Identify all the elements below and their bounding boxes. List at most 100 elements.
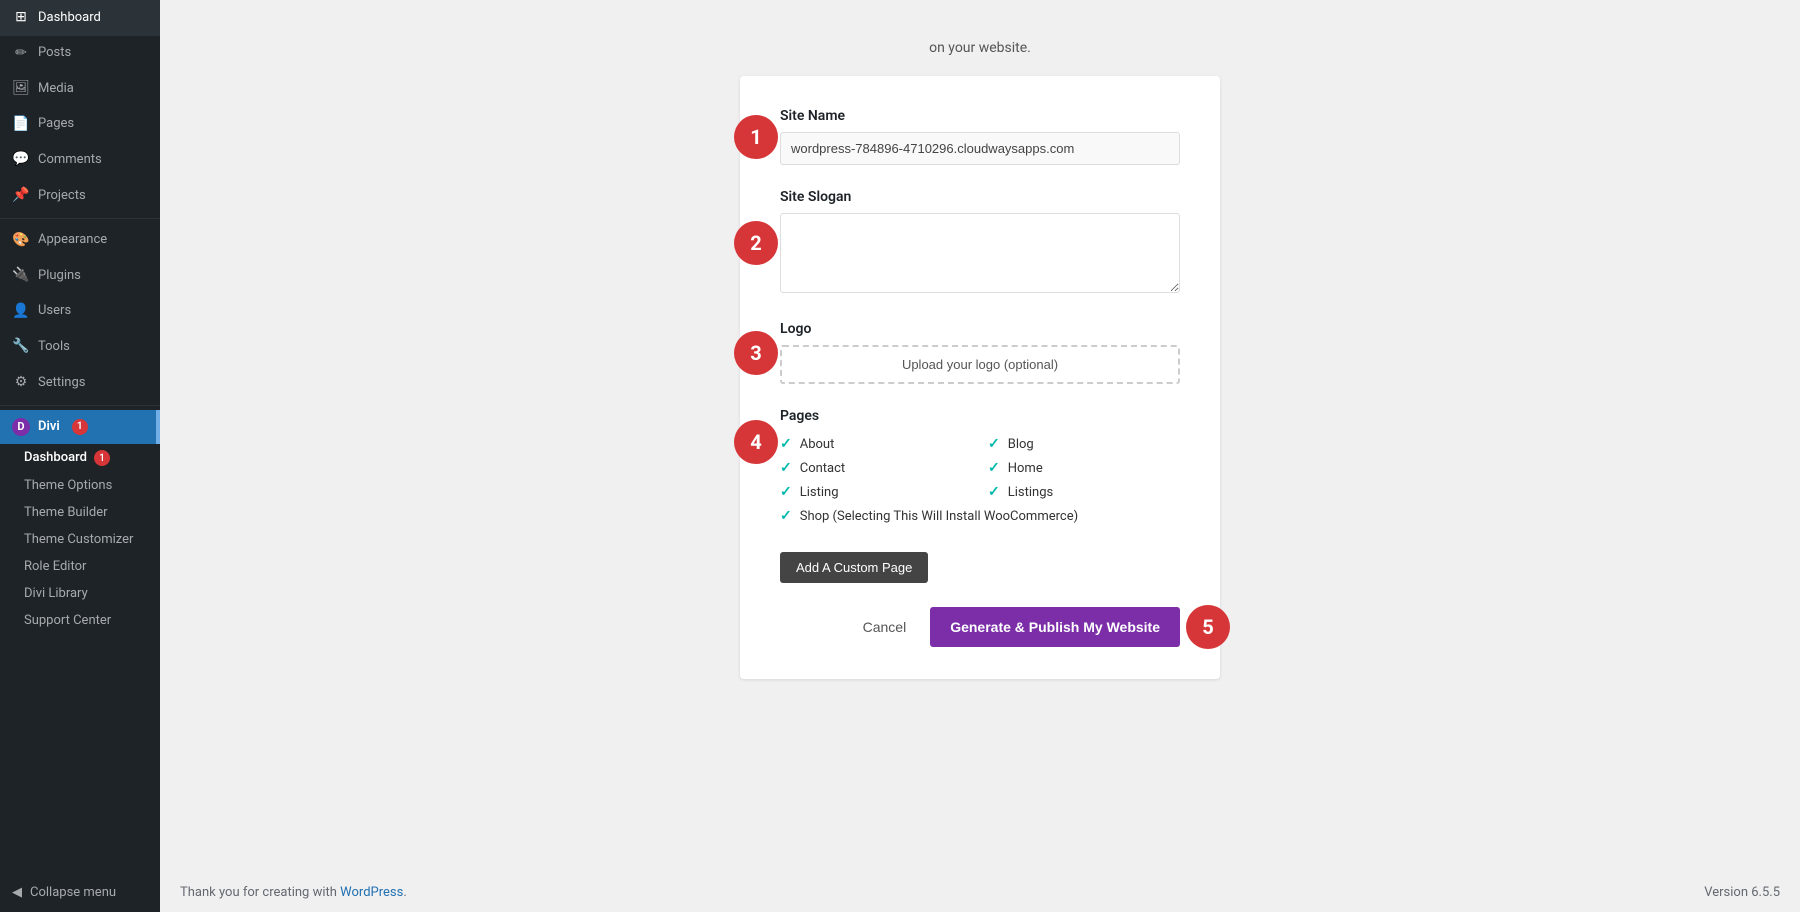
sidebar: ⊞ Dashboard ✏ Posts 🖼 Media 📄 Pages 💬 Co… [0, 0, 160, 912]
sidebar-item-media[interactable]: 🖼 Media [0, 71, 160, 107]
projects-icon: 📌 [12, 186, 30, 206]
page-label-blog: Blog [1008, 437, 1034, 452]
divi-menu-header[interactable]: D Divi 1 [0, 410, 160, 444]
pages-grid: ✓ About ✓ Blog ✓ Contact [780, 436, 1180, 524]
sidebar-divider-2 [0, 405, 160, 406]
theme-options-label: Theme Options [24, 478, 112, 493]
sidebar-divider-1 [0, 218, 160, 219]
sidebar-item-label: Posts [38, 44, 71, 62]
sidebar-item-users[interactable]: 👤 Users [0, 294, 160, 330]
step-2-badge: 2 [734, 221, 778, 265]
support-center-label: Support Center [24, 613, 111, 628]
sidebar-item-label: Media [38, 80, 74, 98]
sidebar-item-label: Projects [38, 187, 86, 205]
page-label-contact: Contact [800, 461, 845, 476]
page-item-about: ✓ About [780, 436, 972, 452]
page-label-listing: Listing [800, 485, 839, 500]
page-item-listing: ✓ Listing [780, 484, 972, 500]
sidebar-item-theme-customizer[interactable]: Theme Customizer [0, 526, 160, 553]
step-4-badge: 4 [734, 420, 778, 464]
page-label-home: Home [1008, 461, 1043, 476]
sidebar-item-projects[interactable]: 📌 Projects [0, 178, 160, 214]
dashboard-badge: 1 [94, 450, 110, 466]
sidebar-item-dashboard[interactable]: ⊞ Dashboard [0, 0, 160, 36]
pages-container: Pages ✓ About ✓ Blog [780, 408, 1180, 524]
tools-icon: 🔧 [12, 337, 30, 357]
sidebar-item-divi-dashboard[interactable]: Dashboard 1 [0, 444, 160, 473]
sidebar-item-comments[interactable]: 💬 Comments [0, 142, 160, 178]
site-name-label: Site Name [780, 108, 1180, 124]
sidebar-item-label: Settings [38, 374, 85, 392]
upload-logo-button[interactable]: Upload your logo (optional) [780, 345, 1180, 384]
sidebar-item-role-editor[interactable]: Role Editor [0, 553, 160, 580]
pages-label: Pages [780, 408, 1180, 424]
check-contact: ✓ [780, 460, 792, 476]
sidebar-item-theme-options[interactable]: Theme Options [0, 472, 160, 499]
plugins-icon: 🔌 [12, 266, 30, 286]
sidebar-item-label: Dashboard [38, 9, 101, 27]
page-item-listings: ✓ Listings [988, 484, 1180, 500]
collapse-icon: ◀ [12, 885, 22, 900]
version-text: Version 6.5.5 [1704, 885, 1780, 900]
collapse-label: Collapse menu [30, 885, 116, 900]
wordpress-link[interactable]: WordPress [340, 885, 403, 900]
top-text: on your website. [530, 40, 1430, 56]
appearance-icon: 🎨 [12, 231, 30, 251]
site-name-section: 1 Site Name [780, 108, 1180, 165]
check-listings: ✓ [988, 484, 1000, 500]
logo-label: Logo [780, 321, 1180, 337]
page-label-listings: Listings [1008, 485, 1053, 500]
step-5-badge: 5 [1186, 605, 1230, 649]
sidebar-item-label: Appearance [38, 231, 107, 249]
role-editor-label: Role Editor [24, 559, 86, 574]
sidebar-item-divi-library[interactable]: Divi Library [0, 580, 160, 607]
footer-text-before: Thank you for creating with [180, 885, 340, 900]
step-1-badge: 1 [734, 115, 778, 159]
check-about: ✓ [780, 436, 792, 452]
generate-button-wrapper: Generate & Publish My Website 5 [930, 607, 1180, 647]
sidebar-item-posts[interactable]: ✏ Posts [0, 36, 160, 72]
sidebar-item-appearance[interactable]: 🎨 Appearance [0, 223, 160, 259]
sidebar-item-pages[interactable]: 📄 Pages [0, 107, 160, 143]
sidebar-item-label: Pages [38, 115, 74, 133]
main-content: on your website. 1 Site Name 2 [160, 0, 1800, 912]
divi-library-label: Divi Library [24, 586, 88, 601]
site-slogan-label: Site Slogan [780, 189, 1180, 205]
footer-text: Thank you for creating with WordPress. [180, 885, 407, 900]
sidebar-item-tools[interactable]: 🔧 Tools [0, 329, 160, 365]
check-home: ✓ [988, 460, 1000, 476]
sidebar-item-settings[interactable]: ⚙ Settings [0, 365, 160, 401]
divi-dashboard-label: Dashboard [24, 450, 87, 465]
page-label-shop: Shop (Selecting This Will Install WooCom… [800, 509, 1078, 524]
content-area: on your website. 1 Site Name 2 [530, 20, 1430, 679]
divi-label: Divi [38, 419, 60, 434]
logo-section: 3 Logo Upload your logo (optional) [780, 321, 1180, 384]
sidebar-item-plugins[interactable]: 🔌 Plugins [0, 258, 160, 294]
check-listing: ✓ [780, 484, 792, 500]
sidebar-item-support-center[interactable]: Support Center [0, 607, 160, 634]
collapse-menu-button[interactable]: ◀ Collapse menu [0, 873, 160, 912]
page-item-contact: ✓ Contact [780, 460, 972, 476]
cancel-button[interactable]: Cancel [851, 611, 919, 643]
check-blog: ✓ [988, 436, 1000, 452]
page-footer: Thank you for creating with WordPress. V… [160, 873, 1800, 912]
form-buttons-row: Cancel Generate & Publish My Website 5 [780, 607, 1180, 647]
theme-customizer-label: Theme Customizer [24, 532, 133, 547]
settings-icon: ⚙ [12, 373, 30, 393]
site-slogan-section: 2 Site Slogan [780, 189, 1180, 297]
add-custom-page-button[interactable]: Add A Custom Page [780, 552, 928, 583]
site-name-input[interactable] [780, 132, 1180, 165]
step-3-badge: 3 [734, 331, 778, 375]
posts-icon: ✏ [12, 44, 30, 64]
generate-publish-button[interactable]: Generate & Publish My Website [930, 607, 1180, 647]
site-slogan-input[interactable] [780, 213, 1180, 293]
page-item-blog: ✓ Blog [988, 436, 1180, 452]
theme-builder-label: Theme Builder [24, 505, 108, 520]
comments-icon: 💬 [12, 150, 30, 170]
sidebar-item-theme-builder[interactable]: Theme Builder [0, 499, 160, 526]
sidebar-item-label: Tools [38, 338, 70, 356]
footer-text-after: . [403, 885, 406, 900]
page-item-home: ✓ Home [988, 460, 1180, 476]
divi-badge: 1 [72, 419, 88, 435]
form-card: 1 Site Name 2 Site Slogan [740, 76, 1220, 679]
